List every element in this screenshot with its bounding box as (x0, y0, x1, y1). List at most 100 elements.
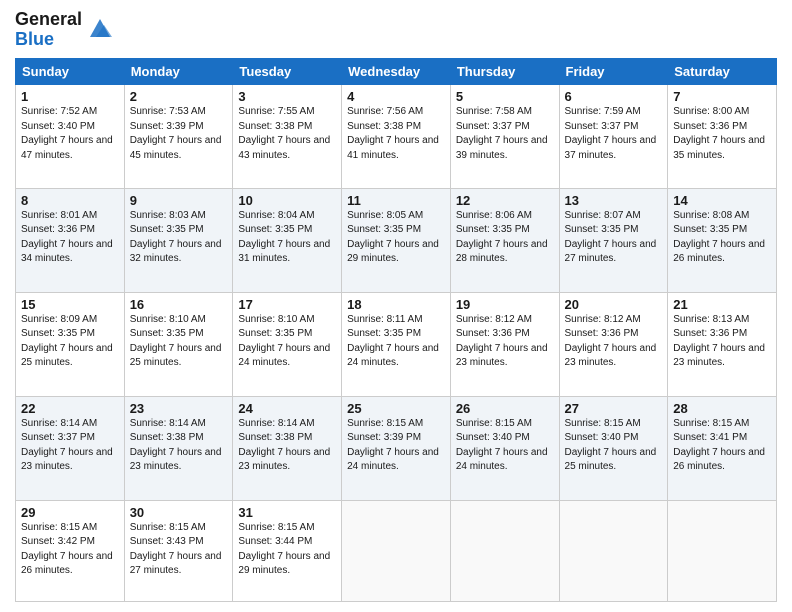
day-number: 11 (347, 193, 445, 208)
day-number: 14 (673, 193, 771, 208)
day-number: 19 (456, 297, 554, 312)
calendar-body: 1Sunrise: 7:52 AMSunset: 3:40 PMDaylight… (16, 85, 777, 602)
day-info: Sunrise: 7:52 AMSunset: 3:40 PMDaylight … (21, 105, 119, 163)
day-info: Sunrise: 8:07 AMSunset: 3:35 PMDaylight … (565, 209, 663, 267)
day-number: 2 (130, 89, 228, 104)
calendar-cell: 20Sunrise: 8:12 AMSunset: 3:36 PMDayligh… (559, 292, 668, 396)
calendar-cell: 5Sunrise: 7:58 AMSunset: 3:37 PMDaylight… (450, 85, 559, 189)
calendar-cell: 15Sunrise: 8:09 AMSunset: 3:35 PMDayligh… (16, 292, 125, 396)
calendar-cell: 29Sunrise: 8:15 AMSunset: 3:42 PMDayligh… (16, 500, 125, 602)
day-number: 10 (238, 193, 336, 208)
day-info: Sunrise: 8:08 AMSunset: 3:35 PMDaylight … (673, 209, 771, 267)
calendar-header-thursday: Thursday (450, 59, 559, 85)
logo-icon (86, 15, 112, 41)
day-number: 9 (130, 193, 228, 208)
calendar-cell: 22Sunrise: 8:14 AMSunset: 3:37 PMDayligh… (16, 396, 125, 500)
day-number: 22 (21, 401, 119, 416)
day-number: 12 (456, 193, 554, 208)
calendar-cell: 7Sunrise: 8:00 AMSunset: 3:36 PMDaylight… (668, 85, 777, 189)
calendar-week-row: 29Sunrise: 8:15 AMSunset: 3:42 PMDayligh… (16, 500, 777, 602)
calendar-cell: 21Sunrise: 8:13 AMSunset: 3:36 PMDayligh… (668, 292, 777, 396)
day-number: 26 (456, 401, 554, 416)
day-info: Sunrise: 8:15 AMSunset: 3:43 PMDaylight … (130, 521, 228, 579)
day-number: 5 (456, 89, 554, 104)
day-info: Sunrise: 8:04 AMSunset: 3:35 PMDaylight … (238, 209, 336, 267)
calendar-cell: 30Sunrise: 8:15 AMSunset: 3:43 PMDayligh… (124, 500, 233, 602)
day-number: 27 (565, 401, 663, 416)
header: General Blue (15, 10, 777, 50)
day-info: Sunrise: 8:05 AMSunset: 3:35 PMDaylight … (347, 209, 445, 267)
calendar-header-row: SundayMondayTuesdayWednesdayThursdayFrid… (16, 59, 777, 85)
day-info: Sunrise: 8:14 AMSunset: 3:38 PMDaylight … (238, 417, 336, 475)
day-info: Sunrise: 7:59 AMSunset: 3:37 PMDaylight … (565, 105, 663, 163)
day-info: Sunrise: 8:10 AMSunset: 3:35 PMDaylight … (238, 313, 336, 371)
day-info: Sunrise: 8:01 AMSunset: 3:36 PMDaylight … (21, 209, 119, 267)
day-info: Sunrise: 7:56 AMSunset: 3:38 PMDaylight … (347, 105, 445, 163)
day-info: Sunrise: 7:58 AMSunset: 3:37 PMDaylight … (456, 105, 554, 163)
calendar-cell: 11Sunrise: 8:05 AMSunset: 3:35 PMDayligh… (342, 188, 451, 292)
calendar-header-wednesday: Wednesday (342, 59, 451, 85)
day-number: 28 (673, 401, 771, 416)
calendar-week-row: 1Sunrise: 7:52 AMSunset: 3:40 PMDaylight… (16, 85, 777, 189)
day-info: Sunrise: 8:12 AMSunset: 3:36 PMDaylight … (456, 313, 554, 371)
calendar-cell (342, 500, 451, 602)
day-number: 25 (347, 401, 445, 416)
calendar-cell: 13Sunrise: 8:07 AMSunset: 3:35 PMDayligh… (559, 188, 668, 292)
day-number: 24 (238, 401, 336, 416)
day-info: Sunrise: 8:13 AMSunset: 3:36 PMDaylight … (673, 313, 771, 371)
day-info: Sunrise: 8:03 AMSunset: 3:35 PMDaylight … (130, 209, 228, 267)
day-info: Sunrise: 8:00 AMSunset: 3:36 PMDaylight … (673, 105, 771, 163)
calendar-cell: 24Sunrise: 8:14 AMSunset: 3:38 PMDayligh… (233, 396, 342, 500)
calendar-cell (668, 500, 777, 602)
calendar-cell: 18Sunrise: 8:11 AMSunset: 3:35 PMDayligh… (342, 292, 451, 396)
calendar-cell (559, 500, 668, 602)
day-info: Sunrise: 8:11 AMSunset: 3:35 PMDaylight … (347, 313, 445, 371)
calendar-cell: 14Sunrise: 8:08 AMSunset: 3:35 PMDayligh… (668, 188, 777, 292)
day-number: 20 (565, 297, 663, 312)
calendar-cell (450, 500, 559, 602)
day-info: Sunrise: 8:10 AMSunset: 3:35 PMDaylight … (130, 313, 228, 371)
day-info: Sunrise: 8:14 AMSunset: 3:37 PMDaylight … (21, 417, 119, 475)
calendar-cell: 12Sunrise: 8:06 AMSunset: 3:35 PMDayligh… (450, 188, 559, 292)
calendar-cell: 23Sunrise: 8:14 AMSunset: 3:38 PMDayligh… (124, 396, 233, 500)
day-info: Sunrise: 8:15 AMSunset: 3:42 PMDaylight … (21, 521, 119, 579)
day-number: 7 (673, 89, 771, 104)
day-info: Sunrise: 8:15 AMSunset: 3:39 PMDaylight … (347, 417, 445, 475)
calendar-cell: 19Sunrise: 8:12 AMSunset: 3:36 PMDayligh… (450, 292, 559, 396)
calendar-cell: 1Sunrise: 7:52 AMSunset: 3:40 PMDaylight… (16, 85, 125, 189)
day-info: Sunrise: 7:55 AMSunset: 3:38 PMDaylight … (238, 105, 336, 163)
calendar-cell: 3Sunrise: 7:55 AMSunset: 3:38 PMDaylight… (233, 85, 342, 189)
calendar-table: SundayMondayTuesdayWednesdayThursdayFrid… (15, 58, 777, 602)
day-number: 18 (347, 297, 445, 312)
calendar-cell: 10Sunrise: 8:04 AMSunset: 3:35 PMDayligh… (233, 188, 342, 292)
day-info: Sunrise: 8:15 AMSunset: 3:40 PMDaylight … (456, 417, 554, 475)
day-info: Sunrise: 8:06 AMSunset: 3:35 PMDaylight … (456, 209, 554, 267)
day-number: 3 (238, 89, 336, 104)
day-info: Sunrise: 7:53 AMSunset: 3:39 PMDaylight … (130, 105, 228, 163)
calendar-week-row: 15Sunrise: 8:09 AMSunset: 3:35 PMDayligh… (16, 292, 777, 396)
day-number: 13 (565, 193, 663, 208)
calendar-cell: 8Sunrise: 8:01 AMSunset: 3:36 PMDaylight… (16, 188, 125, 292)
calendar-header-monday: Monday (124, 59, 233, 85)
day-info: Sunrise: 8:15 AMSunset: 3:40 PMDaylight … (565, 417, 663, 475)
calendar-cell: 31Sunrise: 8:15 AMSunset: 3:44 PMDayligh… (233, 500, 342, 602)
day-number: 17 (238, 297, 336, 312)
day-number: 21 (673, 297, 771, 312)
calendar-cell: 6Sunrise: 7:59 AMSunset: 3:37 PMDaylight… (559, 85, 668, 189)
calendar-cell: 25Sunrise: 8:15 AMSunset: 3:39 PMDayligh… (342, 396, 451, 500)
day-info: Sunrise: 8:14 AMSunset: 3:38 PMDaylight … (130, 417, 228, 475)
calendar-header-friday: Friday (559, 59, 668, 85)
calendar-header-sunday: Sunday (16, 59, 125, 85)
calendar-cell: 28Sunrise: 8:15 AMSunset: 3:41 PMDayligh… (668, 396, 777, 500)
logo-line1: General (15, 9, 82, 29)
day-number: 1 (21, 89, 119, 104)
calendar-cell: 26Sunrise: 8:15 AMSunset: 3:40 PMDayligh… (450, 396, 559, 500)
logo: General Blue (15, 10, 112, 50)
calendar-week-row: 22Sunrise: 8:14 AMSunset: 3:37 PMDayligh… (16, 396, 777, 500)
logo-line2: Blue (15, 29, 54, 49)
calendar-week-row: 8Sunrise: 8:01 AMSunset: 3:36 PMDaylight… (16, 188, 777, 292)
day-info: Sunrise: 8:09 AMSunset: 3:35 PMDaylight … (21, 313, 119, 371)
day-number: 15 (21, 297, 119, 312)
day-number: 4 (347, 89, 445, 104)
page: General Blue SundayMondayTuesdayWednesda… (0, 0, 792, 612)
